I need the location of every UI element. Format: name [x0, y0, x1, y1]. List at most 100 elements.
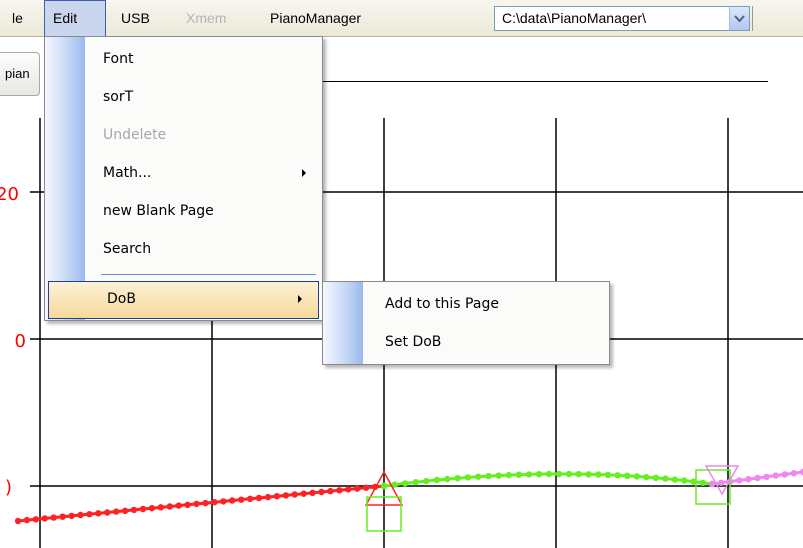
data-point	[130, 506, 138, 514]
data-point	[423, 477, 430, 485]
data-point	[86, 511, 93, 518]
data-point	[220, 498, 227, 505]
data-point	[585, 471, 592, 478]
data-point	[624, 472, 631, 479]
data-point	[505, 471, 512, 479]
menubar-divider	[752, 6, 753, 31]
data-point	[412, 479, 419, 486]
submenu-arrow-icon	[302, 169, 306, 177]
data-point	[475, 473, 482, 480]
data-point	[318, 488, 325, 496]
data-point	[736, 477, 743, 484]
data-point	[255, 494, 263, 502]
data-point	[614, 472, 621, 479]
data-point	[327, 487, 334, 495]
menu-item-math[interactable]: Math...	[45, 154, 322, 192]
data-point	[184, 501, 191, 508]
data-point	[575, 470, 582, 478]
dob-submenu: Add to this Page Set DoB	[322, 281, 610, 365]
menu-xmem: Xmem	[186, 10, 227, 26]
data-point	[515, 471, 523, 478]
data-point	[545, 470, 553, 478]
menu-item-undelete: Undelete	[103, 127, 167, 143]
menu-item-dob[interactable]: DoB	[48, 281, 319, 319]
chevron-down-icon[interactable]	[729, 7, 749, 30]
menu-item-new-blank-page[interactable]: new Blank Page	[45, 192, 322, 230]
data-point	[354, 485, 361, 492]
divider	[320, 81, 768, 82]
data-point	[495, 472, 502, 479]
data-point	[166, 503, 173, 510]
data-point	[273, 493, 281, 500]
menu-item-sort[interactable]: sorT	[45, 78, 322, 116]
menu-usb[interactable]: USB	[113, 0, 158, 36]
data-point	[699, 479, 706, 486]
menu-item-add-to-this-page[interactable]: Add to this Page	[323, 285, 609, 323]
menu-item-font[interactable]: Font	[45, 40, 322, 78]
data-point	[652, 474, 660, 481]
data-point	[464, 474, 472, 481]
data-point	[633, 473, 641, 480]
data-point	[59, 513, 66, 520]
data-point	[444, 475, 451, 483]
data-point	[345, 486, 352, 493]
data-point	[68, 512, 75, 520]
menu-item-set-dob[interactable]: Set DoB	[323, 323, 609, 361]
data-point	[121, 507, 129, 514]
data-point	[202, 499, 209, 507]
data-point	[555, 470, 563, 478]
data-point	[157, 504, 164, 511]
data-point	[23, 516, 31, 524]
menu-edit[interactable]: Edit	[44, 0, 106, 36]
data-point	[717, 479, 725, 486]
data-point	[229, 497, 236, 504]
data-point	[681, 477, 688, 484]
data-point	[238, 496, 245, 503]
menu-item-search[interactable]: Search	[45, 230, 322, 268]
data-point	[772, 472, 779, 479]
data-point	[781, 471, 788, 478]
submenu-arrow-icon	[298, 295, 302, 303]
data-point	[336, 487, 343, 494]
data-point	[662, 475, 669, 482]
edit-menu: Font sorT Undelete Math... new Blank Pag…	[44, 36, 323, 321]
data-point	[148, 505, 156, 512]
data-point	[485, 472, 492, 480]
data-point	[282, 492, 289, 499]
data-point	[291, 491, 298, 498]
menu-separator	[101, 274, 316, 275]
data-point	[454, 475, 461, 482]
path-combobox[interactable]: C:\data\PianoManager\	[494, 6, 750, 31]
data-point	[211, 499, 218, 506]
menu-pianomanager[interactable]: PianoManager	[262, 0, 369, 36]
data-point	[604, 471, 612, 479]
menu-item-dob-label: DoB	[107, 291, 136, 307]
data-point	[193, 500, 200, 508]
y-tick-label: 20	[0, 184, 19, 205]
data-point	[362, 484, 370, 491]
data-point	[380, 482, 388, 490]
data-point	[525, 471, 533, 478]
data-point	[754, 474, 761, 482]
data-point	[95, 510, 102, 517]
data-point	[104, 509, 111, 516]
data-point	[745, 476, 752, 483]
menu-file[interactable]: le	[4, 0, 31, 36]
data-point	[50, 514, 57, 521]
piano-tab-button[interactable]: pian	[0, 52, 40, 96]
data-point	[565, 470, 573, 478]
data-point	[300, 490, 307, 497]
data-point	[264, 493, 272, 501]
data-point	[402, 480, 409, 487]
data-point	[77, 511, 84, 519]
path-value: C:\data\PianoManager\	[502, 10, 646, 26]
data-point	[433, 476, 440, 484]
data-point	[643, 473, 650, 481]
menu-item-math-label: Math...	[103, 165, 152, 181]
menu-bar: le Edit USB Xmem PianoManager C:\data\Pi…	[0, 0, 803, 37]
data-point	[113, 508, 120, 515]
data-point	[41, 515, 48, 522]
data-point	[595, 471, 602, 478]
y-tick-label: )	[5, 477, 12, 498]
data-point	[671, 476, 678, 483]
